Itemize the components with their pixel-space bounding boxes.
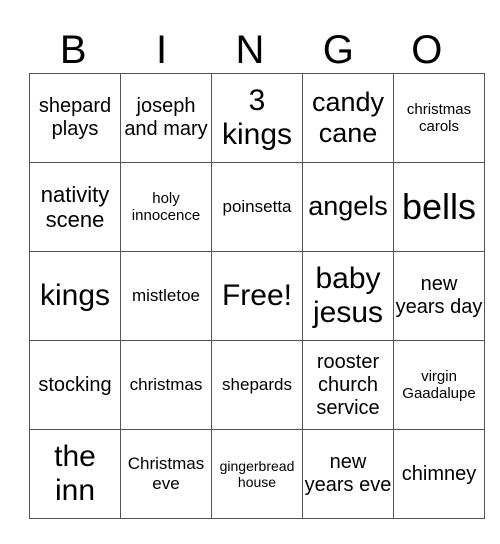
- card-row: nativity scene holy innocence poinsetta …: [29, 162, 485, 252]
- bingo-cell[interactable]: Christmas eve: [120, 429, 212, 519]
- header-letter-o: O: [411, 28, 443, 72]
- bingo-cell[interactable]: gingerbread house: [211, 429, 303, 519]
- header-letter-i: I: [156, 28, 168, 72]
- header-letter-n: N: [235, 28, 265, 72]
- bingo-cell[interactable]: virgin Gaadalupe: [393, 340, 485, 430]
- bingo-cell[interactable]: shepard plays: [29, 73, 121, 163]
- bingo-cell[interactable]: kings: [29, 251, 121, 341]
- bingo-cell[interactable]: new years eve: [302, 429, 394, 519]
- bingo-card: shepard plays joseph and mary 3 kings ca…: [29, 73, 485, 519]
- bingo-cell[interactable]: shepards: [211, 340, 303, 430]
- bingo-cell[interactable]: nativity scene: [29, 162, 121, 252]
- header-letter-b: B: [59, 28, 87, 72]
- bingo-cell[interactable]: new years day: [393, 251, 485, 341]
- bingo-cell[interactable]: christmas carols: [393, 73, 485, 163]
- bingo-cell[interactable]: candy cane: [302, 73, 394, 163]
- bingo-cell[interactable]: poinsetta: [211, 162, 303, 252]
- bingo-cell[interactable]: mistletoe: [120, 251, 212, 341]
- bingo-cell[interactable]: joseph and mary: [120, 73, 212, 163]
- bingo-cell[interactable]: baby jesus: [302, 251, 394, 341]
- bingo-cell[interactable]: christmas: [120, 340, 212, 430]
- bingo-cell[interactable]: bells: [393, 162, 485, 252]
- card-row: stocking christmas shepards rooster chur…: [29, 340, 485, 430]
- card-row: shepard plays joseph and mary 3 kings ca…: [29, 73, 485, 163]
- free-space[interactable]: Free!: [211, 251, 303, 341]
- bingo-cell[interactable]: 3 kings: [211, 73, 303, 163]
- card-row: the inn Christmas eve gingerbread house …: [29, 429, 485, 519]
- header-letter-g: G: [322, 28, 354, 72]
- bingo-cell[interactable]: angels: [302, 162, 394, 252]
- bingo-cell[interactable]: the inn: [29, 429, 121, 519]
- bingo-cell[interactable]: stocking: [29, 340, 121, 430]
- bingo-header: B I N G O: [29, 28, 471, 72]
- bingo-cell[interactable]: holy innocence: [120, 162, 212, 252]
- bingo-cell[interactable]: rooster church service: [302, 340, 394, 430]
- card-row: kings mistletoe Free! baby jesus new yea…: [29, 251, 485, 341]
- bingo-cell[interactable]: chimney: [393, 429, 485, 519]
